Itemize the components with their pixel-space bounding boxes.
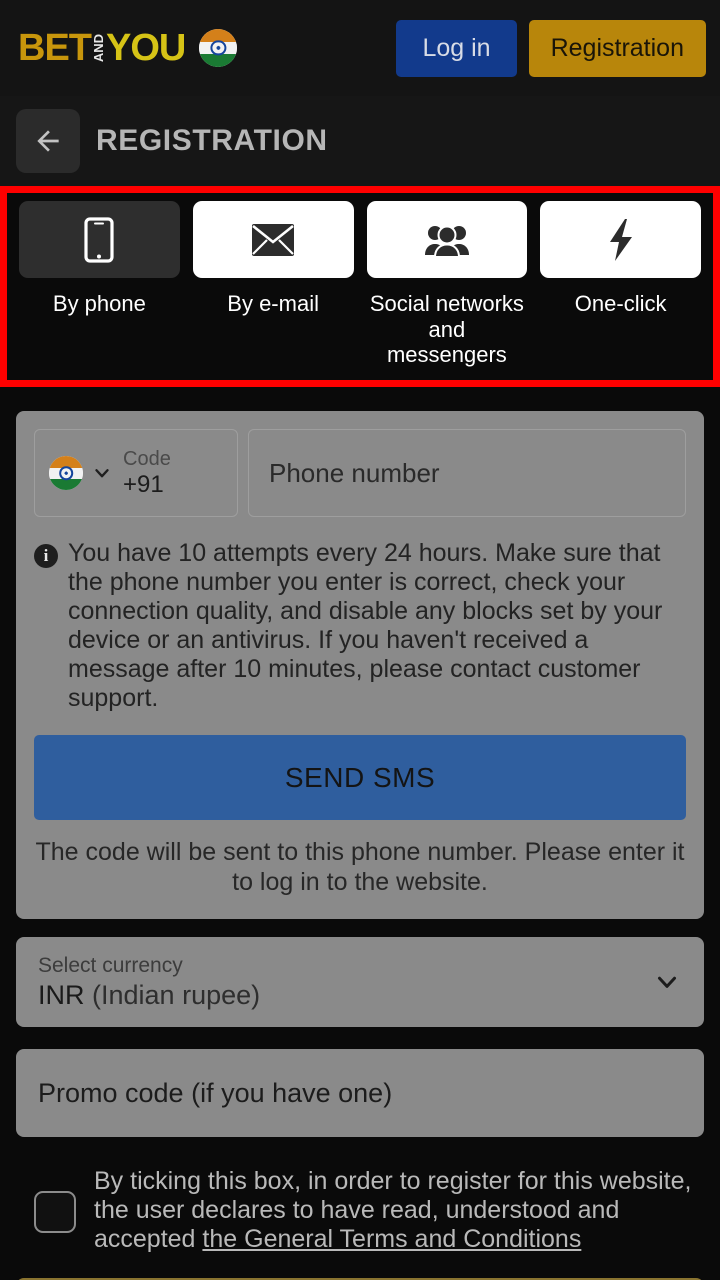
phone-row: Code +91 [34, 429, 686, 518]
login-button[interactable]: Log in [396, 19, 517, 77]
chevron-down-icon [95, 469, 109, 478]
people-group-icon [424, 225, 469, 258]
envelope-icon [252, 223, 295, 256]
registration-method-tabs-highlight: By phone By e-mail Social networks and m… [0, 186, 720, 388]
tab-by-phone-label: By phone [52, 291, 146, 316]
terms-text: By ticking this box, in order to registe… [94, 1167, 698, 1254]
smartphone-icon [84, 216, 114, 263]
phone-registration-panel: Code +91 i You have 10 attempts every 24… [16, 411, 704, 920]
india-flag-icon [199, 29, 238, 67]
tab-by-email-label: By e-mail [227, 291, 319, 316]
tab-one-click-icon-box [540, 201, 701, 278]
country-code-label: Code [123, 448, 171, 470]
currency-code: INR [38, 980, 85, 1011]
phone-info-block: i You have 10 attempts every 24 hours. M… [34, 539, 686, 713]
tab-by-phone[interactable]: By phone [19, 201, 180, 368]
chevron-down-icon [658, 976, 676, 989]
currency-inner: Select currency INR (Indian rupee) [38, 954, 260, 1011]
terms-checkbox[interactable] [34, 1191, 76, 1234]
page-title-bar: REGISTRATION [0, 96, 720, 186]
send-sms-note: The code will be sent to this phone numb… [35, 838, 685, 896]
phone-info-text: You have 10 attempts every 24 hours. Mak… [68, 539, 663, 713]
back-button[interactable] [16, 109, 80, 173]
info-icon: i [34, 544, 58, 569]
logo-and: AND [91, 33, 106, 63]
tab-one-click-label: One-click [574, 291, 667, 316]
send-sms-button[interactable]: SEND SMS [34, 735, 686, 821]
tab-social-networks-label: Social networks and messengers [369, 291, 524, 368]
logo-text: BET AND YOU [18, 27, 186, 69]
tab-one-click[interactable]: One-click [540, 201, 701, 368]
logo-bet: BET [18, 27, 92, 69]
tab-social-networks-icon-box [366, 201, 528, 278]
tab-by-email-icon-box [192, 201, 354, 278]
tab-by-email[interactable]: By e-mail [192, 201, 354, 368]
currency-value: INR (Indian rupee) [38, 980, 260, 1010]
lightning-bolt-icon [609, 218, 632, 261]
page-title: REGISTRATION [96, 124, 328, 157]
currency-selector[interactable]: Select currency INR (Indian rupee) [16, 937, 704, 1028]
logo-you: YOU [106, 27, 186, 69]
registration-method-tabs: By phone By e-mail Social networks and m… [19, 201, 701, 368]
registration-screen: BET AND YOU Log in Registration REGISTRATI… [0, 0, 720, 1280]
country-code-selector[interactable]: Code +91 [34, 429, 238, 518]
country-code-value: +91 [123, 471, 164, 498]
promo-code-field [16, 1049, 704, 1138]
top-header: BET AND YOU Log in Registration [0, 0, 720, 96]
promo-code-input[interactable] [38, 1077, 682, 1109]
phone-number-input[interactable] [248, 429, 686, 518]
terms-and-conditions-link[interactable]: the General Terms and Conditions [202, 1225, 581, 1253]
india-flag-icon [49, 456, 83, 491]
currency-name: (Indian rupee) [92, 980, 261, 1011]
currency-label: Select currency [38, 953, 183, 977]
tab-social-networks[interactable]: Social networks and messengers [366, 201, 528, 368]
tab-by-phone-icon-box [19, 201, 180, 278]
brand-logo[interactable]: BET AND YOU [18, 27, 238, 69]
registration-button[interactable]: Registration [528, 19, 706, 77]
header-actions: Log in Registration [396, 19, 706, 77]
arrow-left-icon [37, 130, 59, 152]
terms-row: By ticking this box, in order to registe… [34, 1167, 698, 1254]
